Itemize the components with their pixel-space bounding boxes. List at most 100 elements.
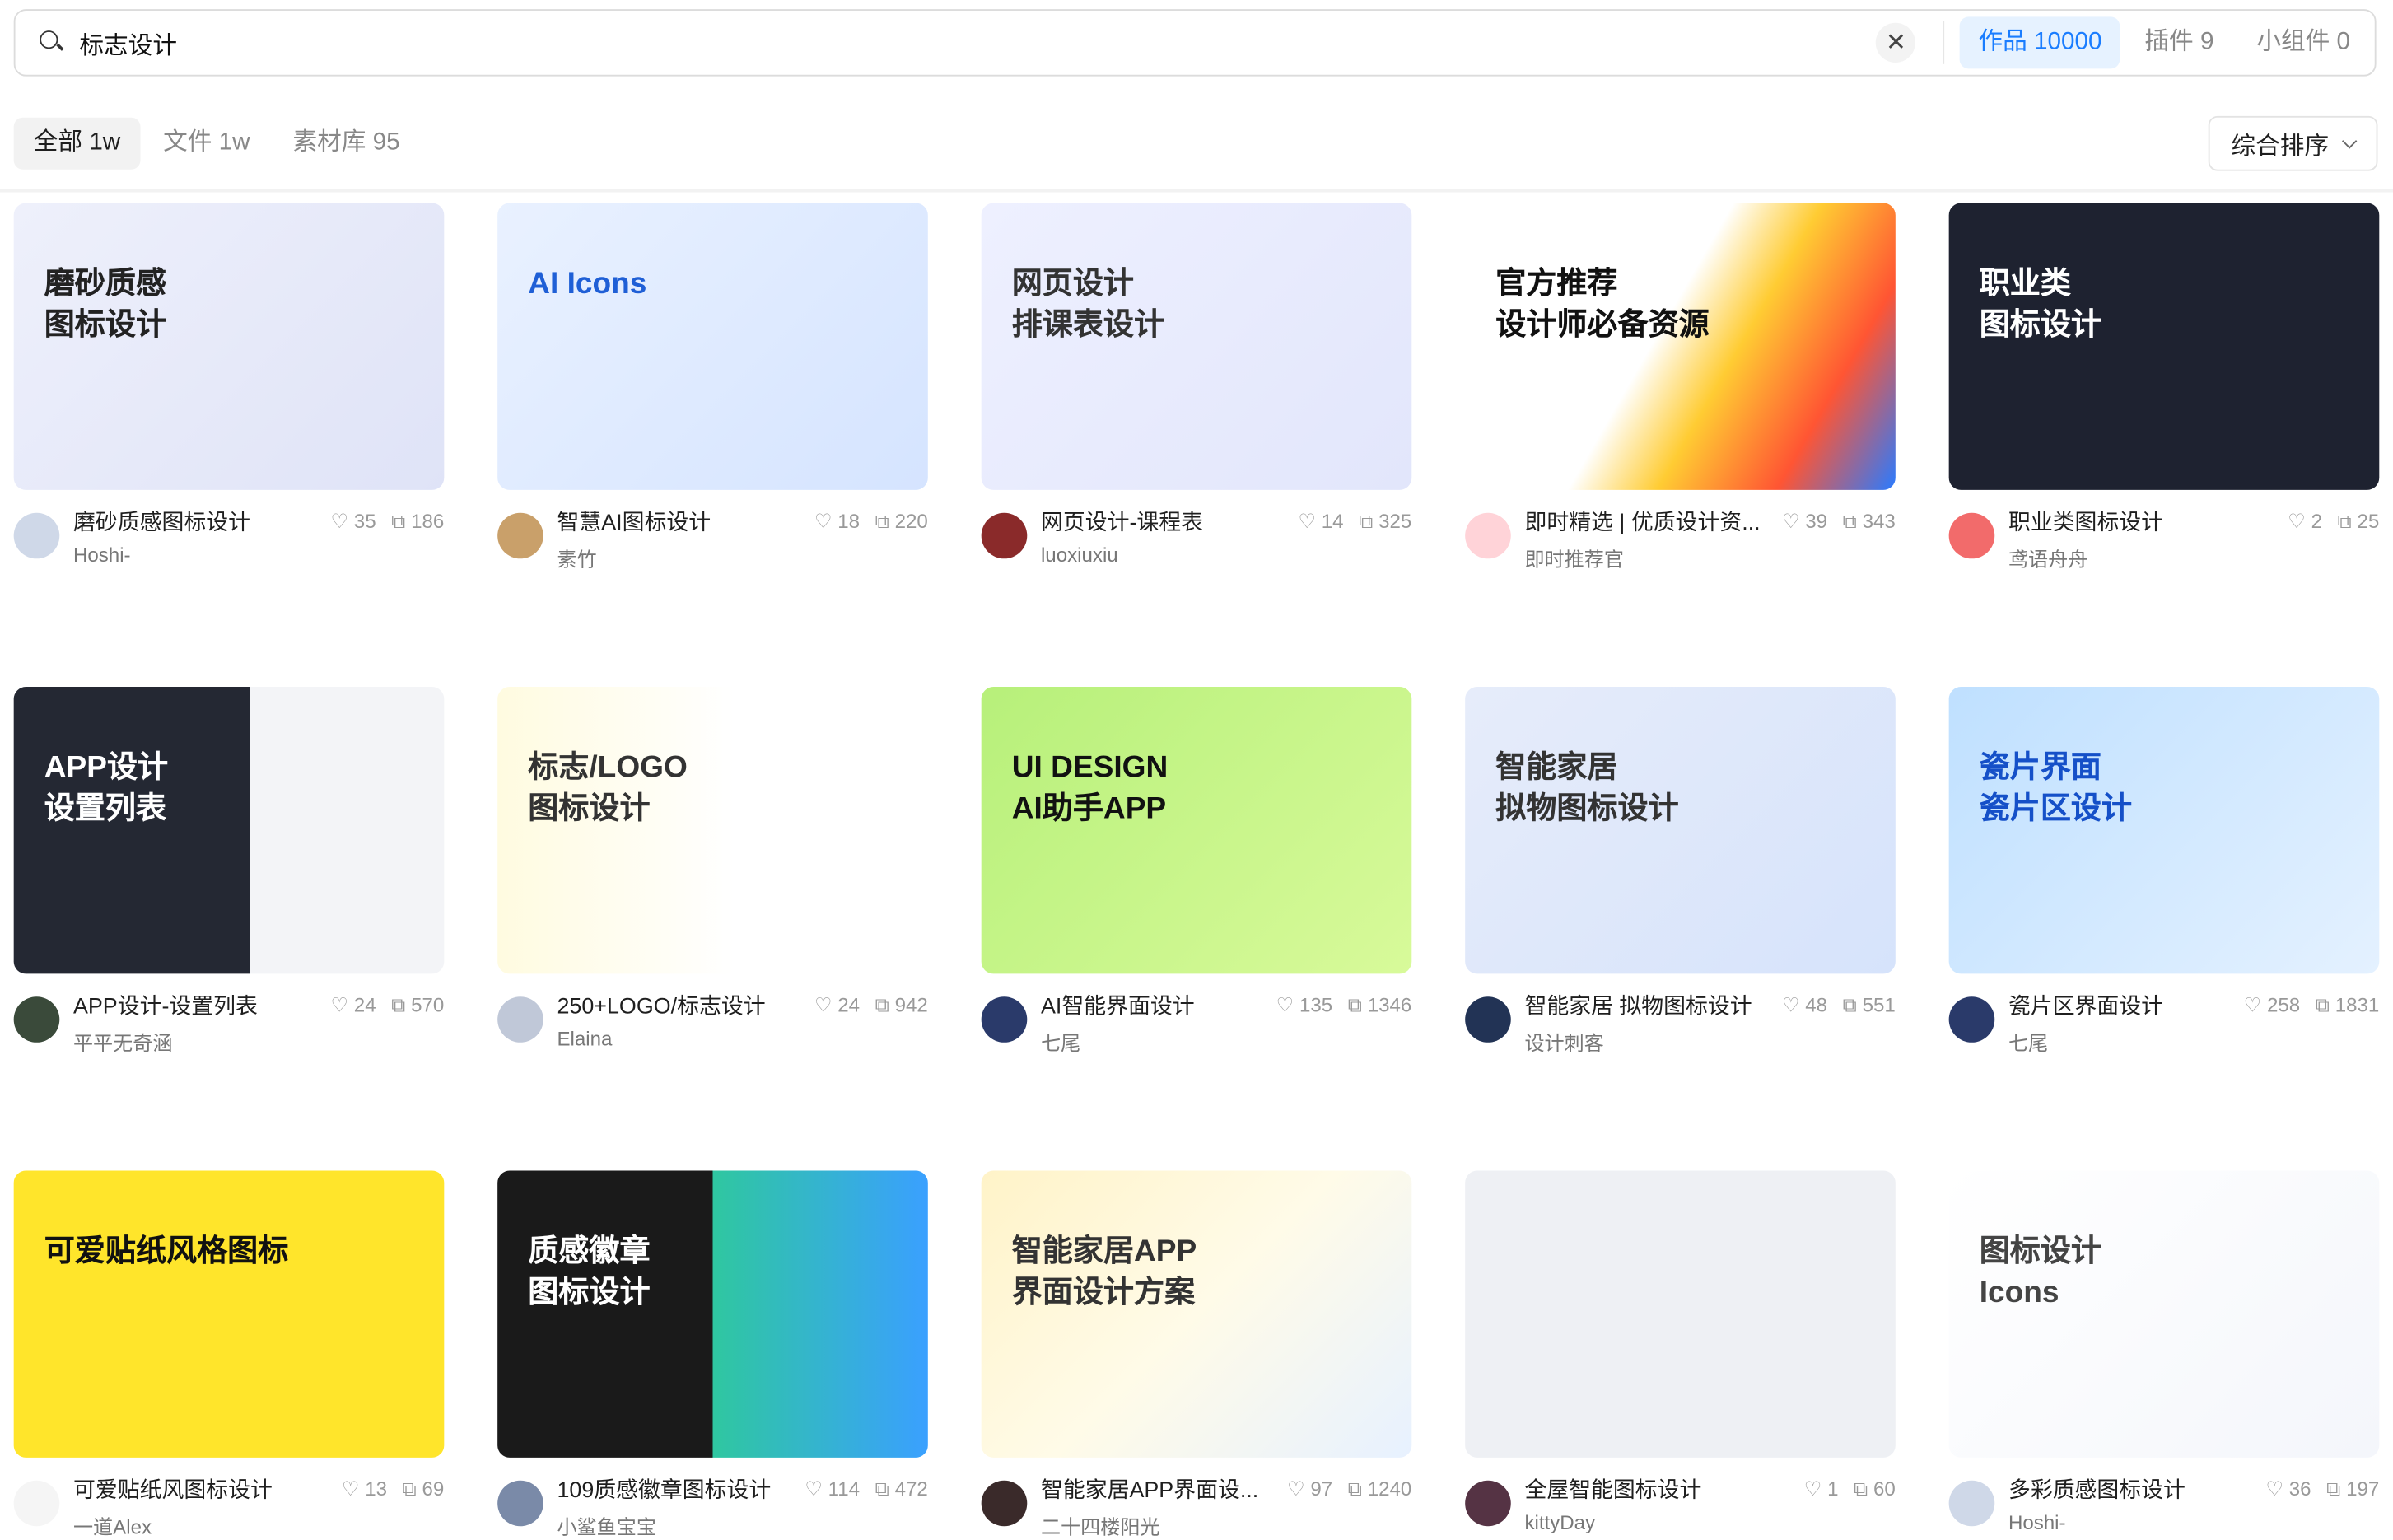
tab-plugins[interactable]: 插件 9 — [2126, 16, 2232, 68]
heart-icon: ♡ — [1803, 1477, 1822, 1500]
avatar[interactable] — [981, 1480, 1028, 1527]
card-title[interactable]: 智能家居 拟物图标设计 — [1524, 989, 1782, 1021]
card-author[interactable]: 一道Alex — [73, 1511, 444, 1540]
avatar[interactable] — [497, 996, 543, 1043]
card-title[interactable]: 智慧AI图标设计 — [557, 505, 814, 537]
avatar[interactable] — [497, 1480, 543, 1527]
card-author[interactable]: 平平无奇涵 — [73, 1027, 444, 1056]
card-thumbnail[interactable]: 官方推荐 设计师必备资源 — [1465, 203, 1896, 490]
card-title[interactable]: 网页设计-课程表 — [1041, 505, 1299, 537]
card-title[interactable]: 智能家居APP界面设... — [1041, 1472, 1287, 1505]
result-card[interactable]: 智能家居 拟物图标设计 智能家居 拟物图标设计 ♡ 48 ⧉ 551 设计刺客 — [1465, 686, 1896, 1055]
card-meta: 全屋智能图标设计 ♡ 1 ⧉ 60 kittyDay — [1465, 1472, 1896, 1534]
card-title[interactable]: 全屋智能图标设计 — [1524, 1472, 1803, 1505]
card-title[interactable]: AI智能界面设计 — [1041, 989, 1276, 1021]
card-thumbnail[interactable]: UI DESIGN AI助手APP — [981, 686, 1412, 974]
card-thumbnail[interactable]: AI Icons — [497, 203, 928, 490]
search-input[interactable] — [76, 27, 1877, 58]
card-title[interactable]: 多彩质感图标设计 — [2008, 1472, 2266, 1505]
result-card[interactable]: 瓷片界面 瓷片区设计 瓷片区界面设计 ♡ 258 ⧉ 1831 七尾 — [1948, 686, 2380, 1055]
result-card[interactable]: UI DESIGN AI助手APP AI智能界面设计 ♡ 135 ⧉ 1346 … — [981, 686, 1412, 1055]
tab-works[interactable]: 作品 10000 — [1960, 16, 2120, 69]
card-title[interactable]: APP设计-设置列表 — [73, 989, 331, 1021]
result-card[interactable]: 磨砂质感 图标设计 磨砂质感图标设计 ♡ 35 ⧉ 186 Hoshi- — [13, 203, 445, 567]
card-author[interactable]: Hoshi- — [73, 544, 444, 567]
card-author[interactable]: 小鲨鱼宝宝 — [557, 1511, 927, 1540]
card-title[interactable]: 即时精选 | 优质设计资... — [1524, 505, 1782, 537]
card-title[interactable]: 109质感徽章图标设计 — [557, 1472, 805, 1505]
card-thumbnail[interactable]: 网页设计 排课表设计 — [981, 203, 1412, 490]
card-title[interactable]: 磨砂质感图标设计 — [73, 505, 331, 537]
result-card[interactable]: 智能家居APP 界面设计方案 智能家居APP界面设... ♡ 97 ⧉ 1240… — [981, 1170, 1412, 1538]
card-thumbnail[interactable]: 标志/LOGO 图标设计 — [497, 686, 928, 974]
views-value: 570 — [411, 992, 445, 1016]
card-author[interactable]: Elaina — [557, 1027, 927, 1050]
card-author[interactable]: Hoshi- — [2008, 1511, 2379, 1534]
card-thumbnail[interactable]: 瓷片界面 瓷片区设计 — [1948, 686, 2380, 974]
tab-widgets[interactable]: 小组件 0 — [2238, 16, 2368, 68]
filter-all[interactable]: 全部 1w — [13, 117, 141, 170]
card-title[interactable]: 瓷片区界面设计 — [2008, 989, 2244, 1021]
avatar[interactable] — [1465, 512, 1511, 559]
card-title[interactable]: 可爱贴纸风图标设计 — [73, 1472, 342, 1505]
card-thumbnail[interactable] — [1465, 1170, 1896, 1458]
result-card[interactable]: 官方推荐 设计师必备资源 即时精选 | 优质设计资... ♡ 39 ⧉ 343 … — [1465, 203, 1896, 571]
card-author[interactable]: kittyDay — [1524, 1511, 1895, 1534]
card-author[interactable]: luoxiuxiu — [1041, 544, 1411, 567]
copy-icon: ⧉ — [1842, 509, 1857, 532]
card-author[interactable]: 即时推荐官 — [1524, 544, 1895, 572]
card-author[interactable]: 二十四楼阳光 — [1041, 1511, 1411, 1540]
card-author[interactable]: 设计刺客 — [1524, 1027, 1895, 1056]
result-card[interactable]: 质感徽章 图标设计 109质感徽章图标设计 ♡ 114 ⧉ 472 小鲨鱼宝宝 — [497, 1170, 928, 1538]
views-value: 220 — [894, 509, 928, 532]
avatar[interactable] — [1948, 1480, 1995, 1527]
avatar[interactable] — [13, 996, 60, 1043]
heart-icon: ♡ — [341, 1477, 360, 1500]
result-card[interactable]: 图标设计 Icons 多彩质感图标设计 ♡ 36 ⧉ 197 Hoshi- — [1948, 1170, 2380, 1534]
avatar[interactable] — [1465, 996, 1511, 1043]
result-card[interactable]: 全屋智能图标设计 ♡ 1 ⧉ 60 kittyDay — [1465, 1170, 1896, 1534]
avatar[interactable] — [13, 512, 60, 559]
likes-count: ♡ 39 — [1782, 509, 1827, 534]
card-thumbnail[interactable]: 磨砂质感 图标设计 — [13, 203, 445, 490]
result-card[interactable]: APP设计 设置列表 APP设计-设置列表 ♡ 24 ⧉ 570 平平无奇涵 — [13, 686, 445, 1055]
card-thumbnail[interactable]: 智能家居 拟物图标设计 — [1465, 686, 1896, 974]
card-title[interactable]: 职业类图标设计 — [2008, 505, 2288, 537]
avatar[interactable] — [1948, 996, 1995, 1043]
card-meta: 智慧AI图标设计 ♡ 18 ⧉ 220 素竹 — [497, 505, 928, 571]
card-author[interactable]: 素竹 — [557, 544, 927, 572]
avatar[interactable] — [13, 1480, 60, 1527]
result-card[interactable]: 职业类 图标设计 职业类图标设计 ♡ 2 ⧉ 25 鸢语舟舟 — [1948, 203, 2380, 571]
result-card[interactable]: 标志/LOGO 图标设计 250+LOGO/标志设计 ♡ 24 ⧉ 942 El… — [497, 686, 928, 1050]
card-thumbnail[interactable]: 职业类 图标设计 — [1948, 203, 2380, 490]
card-thumbnail[interactable]: 质感徽章 图标设计 — [497, 1170, 928, 1458]
avatar[interactable] — [497, 512, 543, 559]
sort-dropdown[interactable]: 综合排序 — [2208, 115, 2378, 171]
card-author[interactable]: 七尾 — [1041, 1027, 1411, 1056]
copy-icon: ⧉ — [1842, 992, 1857, 1016]
card-thumbnail[interactable]: 图标设计 Icons — [1948, 1170, 2380, 1458]
likes-count: ♡ 135 — [1276, 993, 1333, 1018]
result-card[interactable]: AI Icons 智慧AI图标设计 ♡ 18 ⧉ 220 素竹 — [497, 203, 928, 571]
copy-icon: ⧉ — [1359, 509, 1374, 532]
filter-files[interactable]: 文件 1w — [143, 118, 270, 170]
avatar[interactable] — [981, 512, 1028, 559]
likes-value: 14 — [1321, 509, 1344, 532]
thumbnail-headline: 可爱贴纸风格图标 — [44, 1234, 289, 1269]
card-author[interactable]: 鸢语舟舟 — [2008, 544, 2379, 572]
card-thumbnail[interactable]: 智能家居APP 界面设计方案 — [981, 1170, 1412, 1458]
views-count: ⧉ 325 — [1359, 509, 1411, 534]
result-card[interactable]: 可爱贴纸风格图标 可爱贴纸风图标设计 ♡ 13 ⧉ 69 一道Alex — [13, 1170, 445, 1538]
avatar[interactable] — [1948, 512, 1995, 559]
avatar[interactable] — [981, 996, 1028, 1043]
card-author[interactable]: 七尾 — [2008, 1027, 2379, 1056]
card-title[interactable]: 250+LOGO/标志设计 — [557, 989, 814, 1021]
card-thumbnail[interactable]: APP设计 设置列表 — [13, 686, 445, 974]
avatar[interactable] — [1465, 1480, 1511, 1527]
clear-search-button[interactable]: ✕ — [1876, 22, 1916, 63]
likes-count: ♡ 35 — [330, 509, 376, 534]
filter-library[interactable]: 素材库 95 — [273, 118, 419, 170]
result-card[interactable]: 网页设计 排课表设计 网页设计-课程表 ♡ 14 ⧉ 325 luoxiuxiu — [981, 203, 1412, 567]
card-thumbnail[interactable]: 可爱贴纸风格图标 — [13, 1170, 445, 1458]
views-value: 551 — [1862, 992, 1896, 1016]
